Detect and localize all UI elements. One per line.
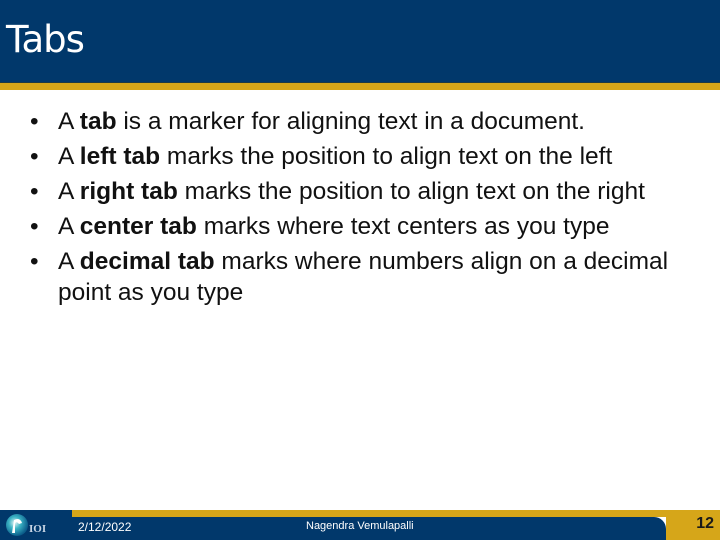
footer-author: Nagendra Vemulapalli [306, 520, 414, 532]
bold-term: right tab [79, 178, 178, 205]
bullet-list: • A tab is a marker for aligning text in … [30, 106, 710, 312]
slide-title: Tabs [6, 18, 85, 61]
bold-term: decimal tab [79, 248, 215, 275]
footer-date: 2/12/2022 [78, 520, 132, 534]
footer-accent-line [72, 510, 720, 517]
bold-term: center tab [79, 213, 197, 240]
bullet-icon: • [30, 143, 39, 170]
bullet-item: • A left tab marks the position to align … [30, 143, 613, 170]
bullet-item: • A center tab marks where text centers a… [30, 213, 610, 240]
bullet-item: • A tab is a marker for aligning text in … [30, 108, 585, 135]
bullet-icon: • [30, 248, 39, 275]
bold-term: tab [79, 108, 117, 135]
bullet-item: • A right tab marks the position to align… [30, 178, 645, 205]
bullet-icon: • [30, 178, 39, 205]
page-number: 12 [696, 515, 714, 532]
bullet-icon: • [30, 213, 39, 240]
header-accent-line [0, 82, 720, 90]
logo-icon: IOI [6, 514, 46, 536]
bold-term: left tab [79, 143, 161, 170]
logo-text: IOI [29, 523, 46, 535]
title-bar: Tabs [0, 0, 720, 82]
bullet-item: • A decimal tab marks where numbers align… [30, 248, 669, 306]
bullet-icon: • [30, 108, 39, 135]
